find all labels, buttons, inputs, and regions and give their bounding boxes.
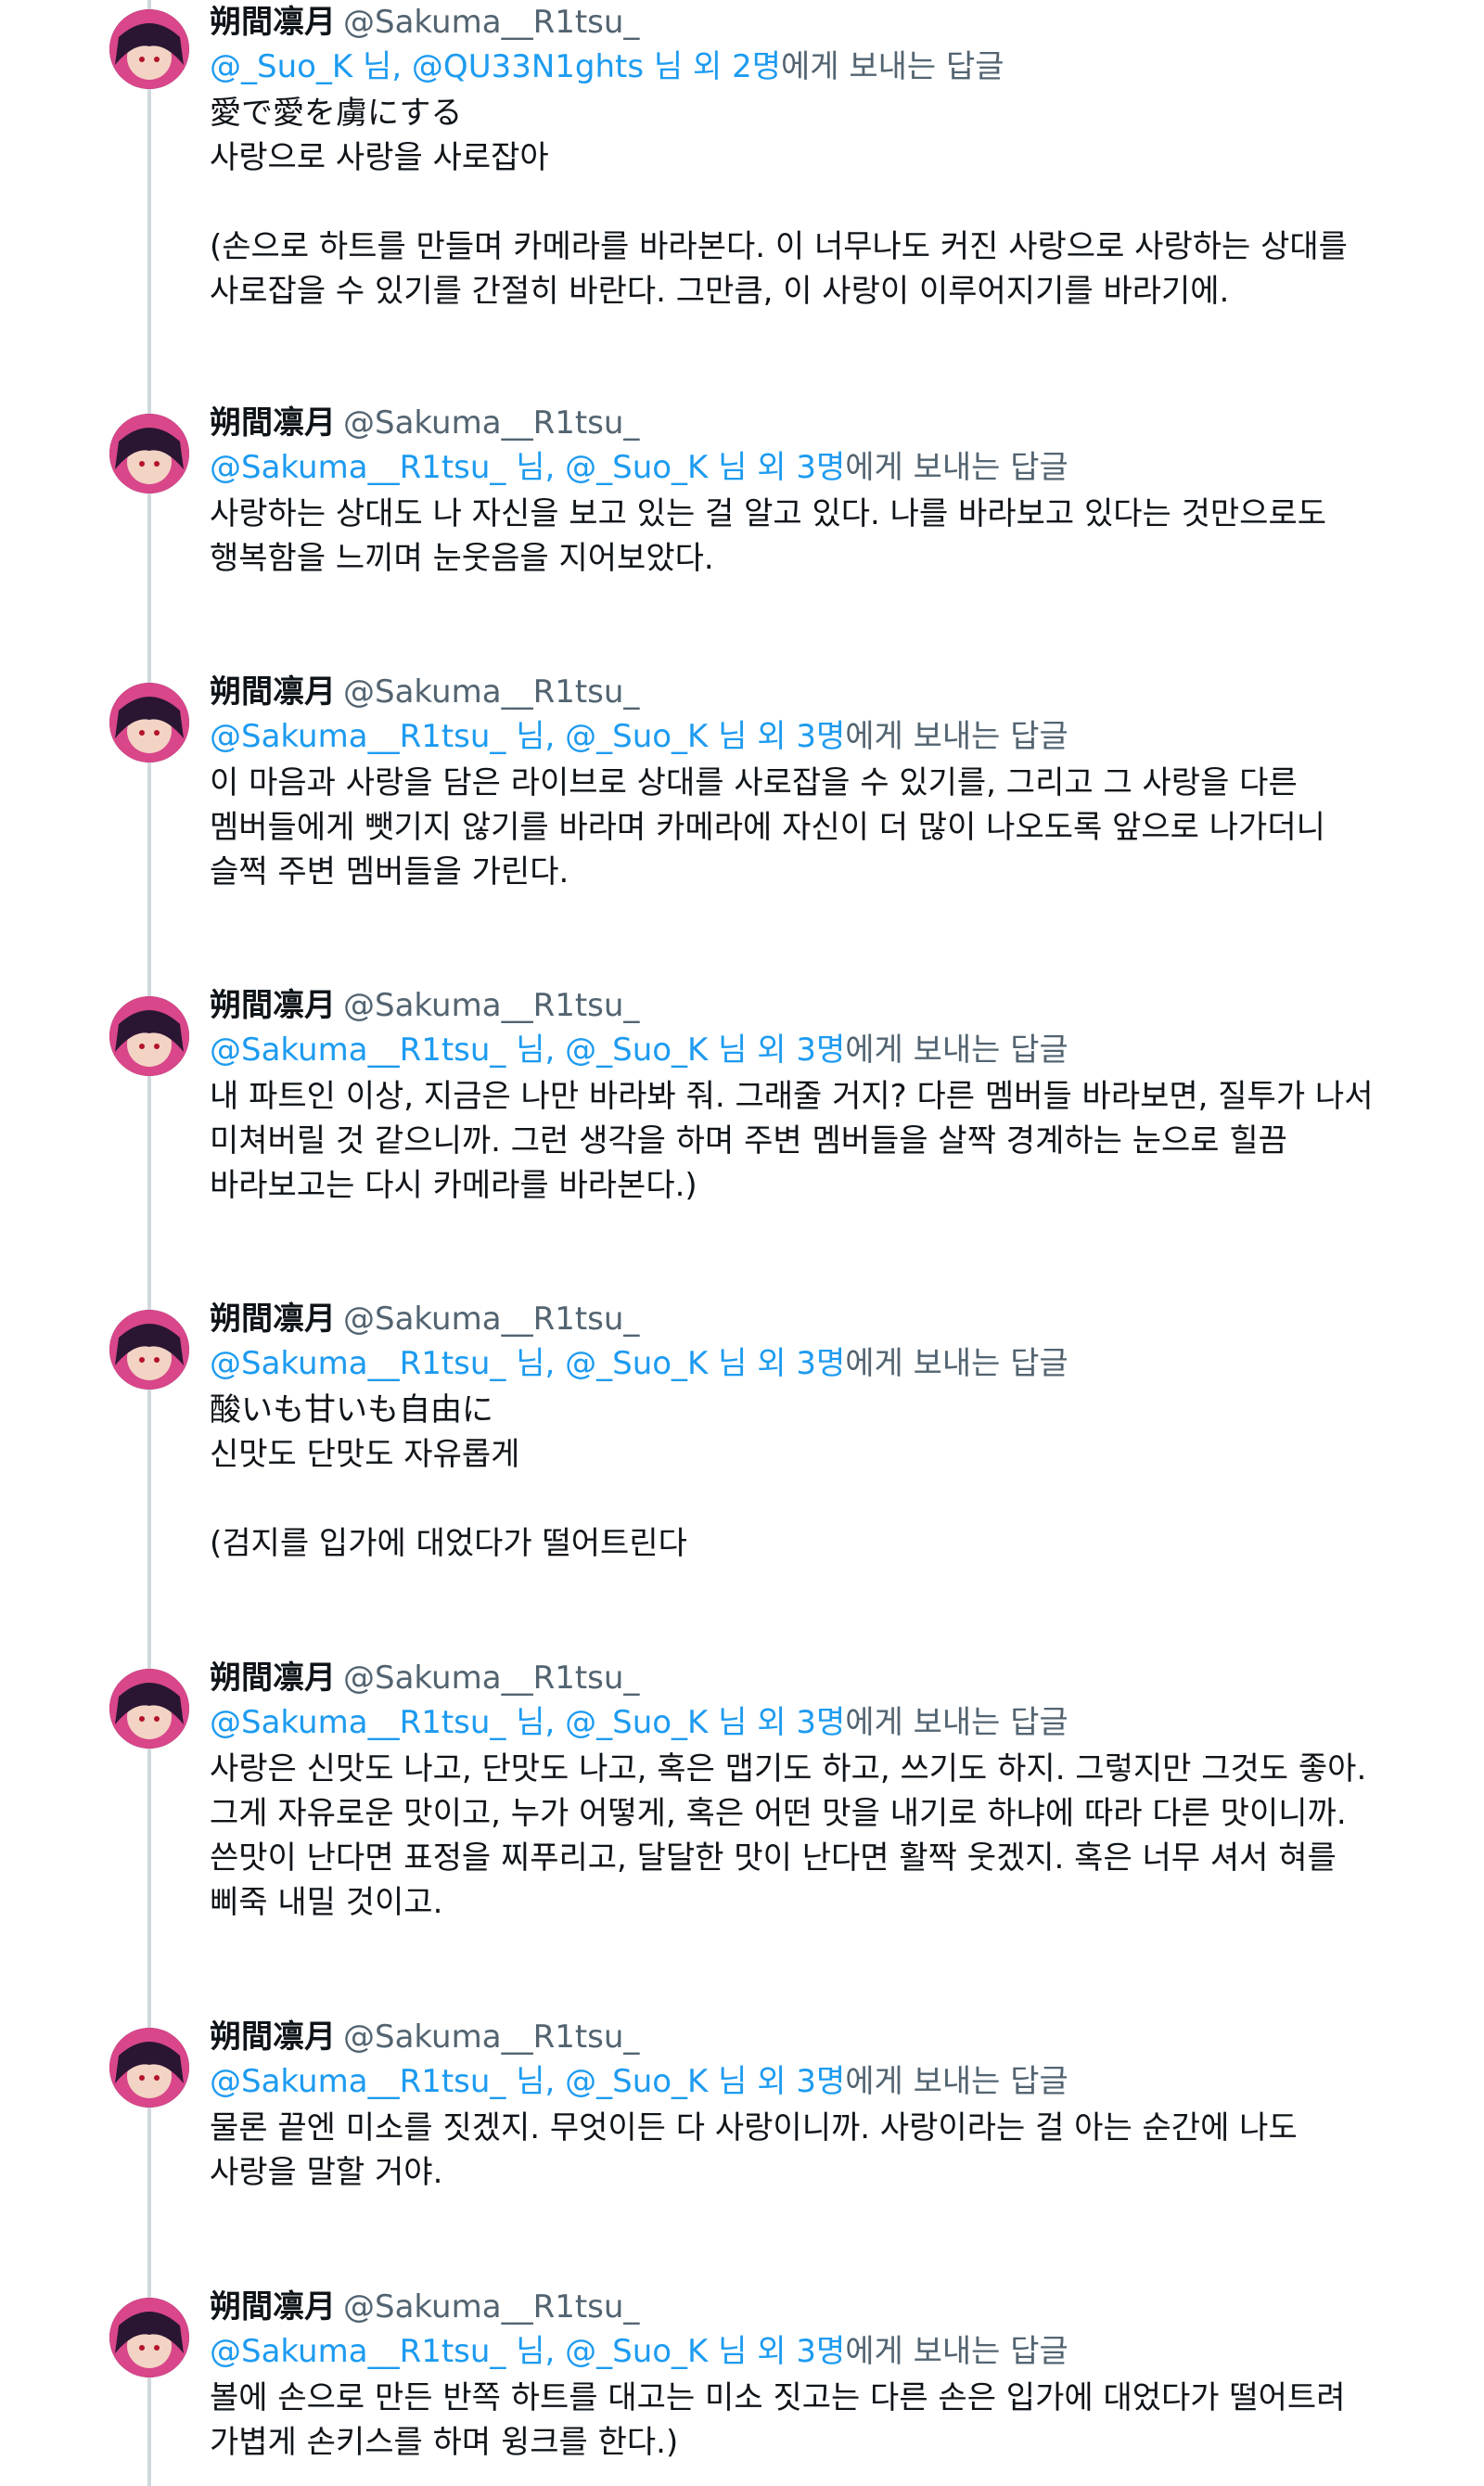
reply-mentions-link[interactable]: @Sakuma__R1tsu_ 님, @_Suo_K 님 외 3명 bbox=[210, 1345, 845, 1382]
reply-suffix: 에게 보내는 답글 bbox=[780, 48, 1004, 85]
reply-mentions-link[interactable]: @Sakuma__R1tsu_ 님, @_Suo_K 님 외 3명 bbox=[210, 1704, 845, 1741]
author-handle[interactable]: @Sakuma__R1tsu_ bbox=[343, 4, 639, 41]
author-name[interactable]: 朔間凛月 bbox=[210, 673, 336, 711]
reply-suffix: 에게 보내는 답글 bbox=[845, 718, 1068, 755]
tweet-text: 酸いも甘いも自由に 신맛도 단맛도 자유롭게 (검지를 입가에 대었다가 떨어트… bbox=[210, 1391, 687, 1562]
reply-suffix: 에게 보내는 답글 bbox=[845, 1032, 1068, 1069]
author-handle[interactable]: @Sakuma__R1tsu_ bbox=[343, 2288, 639, 2326]
reply-mentions-link[interactable]: @Sakuma__R1tsu_ 님, @_Suo_K 님 외 3명 bbox=[210, 718, 845, 755]
reply-suffix: 에게 보내는 답글 bbox=[845, 2063, 1068, 2100]
reply-mentions-link[interactable]: @Sakuma__R1tsu_ 님, @_Suo_K 님 외 3명 bbox=[210, 449, 845, 486]
author-name[interactable]: 朔間凛月 bbox=[210, 404, 336, 442]
tweet-header: 朔間凛月 @Sakuma__R1tsu_ bbox=[210, 2015, 1428, 2059]
avatar[interactable] bbox=[109, 1669, 189, 1749]
reply-mentions-link[interactable]: @Sakuma__R1tsu_ 님, @_Suo_K 님 외 3명 bbox=[210, 2333, 845, 2370]
tweet-header: 朔間凛月 @Sakuma__R1tsu_ bbox=[210, 0, 1428, 45]
avatar[interactable] bbox=[109, 1310, 189, 1390]
reply-context: @Sakuma__R1tsu_ 님, @_Suo_K 님 외 3명에게 보내는 … bbox=[210, 2059, 1428, 2104]
tweet-header: 朔間凛月 @Sakuma__R1tsu_ bbox=[210, 983, 1428, 1028]
tweet-text: 내 파트인 이상, 지금은 나만 바라봐 줘. 그래줄 거지? 다른 멤버들 바… bbox=[210, 1078, 1374, 1204]
author-name[interactable]: 朔間凛月 bbox=[210, 2018, 336, 2056]
author-name[interactable]: 朔間凛月 bbox=[210, 1659, 336, 1697]
tweet-text: 사랑은 신맛도 나고, 단맛도 나고, 혹은 맵기도 하고, 쓰기도 하지. 그… bbox=[210, 1750, 1367, 1921]
reply-context: @Sakuma__R1tsu_ 님, @_Suo_K 님 외 3명에게 보내는 … bbox=[210, 1700, 1428, 1745]
reply-suffix: 에게 보내는 답글 bbox=[845, 1704, 1068, 1741]
tweet-text: 물론 끝엔 미소를 짓겠지. 무엇이든 다 사랑이니까. 사랑이라는 걸 아는 … bbox=[210, 2109, 1298, 2191]
reply-context: @Sakuma__R1tsu_ 님, @_Suo_K 님 외 3명에게 보내는 … bbox=[210, 1028, 1428, 1072]
reply-context: @Sakuma__R1tsu_ 님, @_Suo_K 님 외 3명에게 보내는 … bbox=[210, 445, 1428, 490]
tweet-header: 朔間凛月 @Sakuma__R1tsu_ bbox=[210, 2285, 1428, 2329]
tweet-text: 사랑하는 상대도 나 자신을 보고 있는 걸 알고 있다. 나를 바라보고 있다… bbox=[210, 495, 1327, 577]
reply-mentions-link[interactable]: @Sakuma__R1tsu_ 님, @_Suo_K 님 외 3명 bbox=[210, 2063, 845, 2100]
tweet-text: 볼에 손으로 만든 반쪽 하트를 대고는 미소 짓고는 다른 손은 입가에 대었… bbox=[210, 2379, 1346, 2461]
reply-suffix: 에게 보내는 답글 bbox=[845, 1345, 1068, 1382]
author-name[interactable]: 朔間凛月 bbox=[210, 2288, 336, 2326]
avatar[interactable] bbox=[109, 2298, 189, 2377]
author-name[interactable]: 朔間凛月 bbox=[210, 4, 336, 41]
reply-suffix: 에게 보내는 답글 bbox=[845, 449, 1068, 486]
author-handle[interactable]: @Sakuma__R1tsu_ bbox=[343, 404, 639, 442]
tweet-text: 이 마음과 사랑을 담은 라이브로 상대를 사로잡을 수 있기를, 그리고 그 … bbox=[210, 764, 1325, 891]
author-handle[interactable]: @Sakuma__R1tsu_ bbox=[343, 2018, 639, 2056]
reply-suffix: 에게 보내는 답글 bbox=[845, 2333, 1068, 2370]
avatar[interactable] bbox=[109, 996, 189, 1076]
author-name[interactable]: 朔間凛月 bbox=[210, 987, 336, 1024]
author-handle[interactable]: @Sakuma__R1tsu_ bbox=[343, 1659, 639, 1697]
reply-mentions-link[interactable]: @_Suo_K 님, @QU33N1ghts 님 외 2명 bbox=[210, 48, 781, 85]
tweet-header: 朔間凛月 @Sakuma__R1tsu_ bbox=[210, 1656, 1428, 1700]
reply-context: @_Suo_K 님, @QU33N1ghts 님 외 2명에게 보내는 답글 bbox=[210, 45, 1428, 89]
tweet-header: 朔間凛月 @Sakuma__R1tsu_ bbox=[210, 1297, 1428, 1341]
avatar[interactable] bbox=[109, 2028, 189, 2108]
author-name[interactable]: 朔間凛月 bbox=[210, 1301, 336, 1338]
reply-mentions-link[interactable]: @Sakuma__R1tsu_ 님, @_Suo_K 님 외 3명 bbox=[210, 1032, 845, 1069]
avatar[interactable] bbox=[109, 9, 189, 89]
reply-context: @Sakuma__R1tsu_ 님, @_Suo_K 님 외 3명에게 보내는 … bbox=[210, 2329, 1428, 2374]
tweet-header: 朔間凛月 @Sakuma__R1tsu_ bbox=[210, 670, 1428, 714]
avatar[interactable] bbox=[109, 414, 189, 493]
reply-context: @Sakuma__R1tsu_ 님, @_Suo_K 님 외 3명에게 보내는 … bbox=[210, 1341, 1428, 1386]
author-handle[interactable]: @Sakuma__R1tsu_ bbox=[343, 987, 639, 1024]
author-handle[interactable]: @Sakuma__R1tsu_ bbox=[343, 673, 639, 711]
thread-connector-line bbox=[147, 0, 151, 2486]
reply-context: @Sakuma__R1tsu_ 님, @_Suo_K 님 외 3명에게 보내는 … bbox=[210, 714, 1428, 759]
tweet-header: 朔間凛月 @Sakuma__R1tsu_ bbox=[210, 401, 1428, 445]
avatar[interactable] bbox=[109, 683, 189, 762]
author-handle[interactable]: @Sakuma__R1tsu_ bbox=[343, 1301, 639, 1338]
tweet-text: 愛で愛を虜にする 사랑으로 사랑을 사로잡아 (손으로 하트를 만들며 카메라를… bbox=[210, 95, 1348, 310]
